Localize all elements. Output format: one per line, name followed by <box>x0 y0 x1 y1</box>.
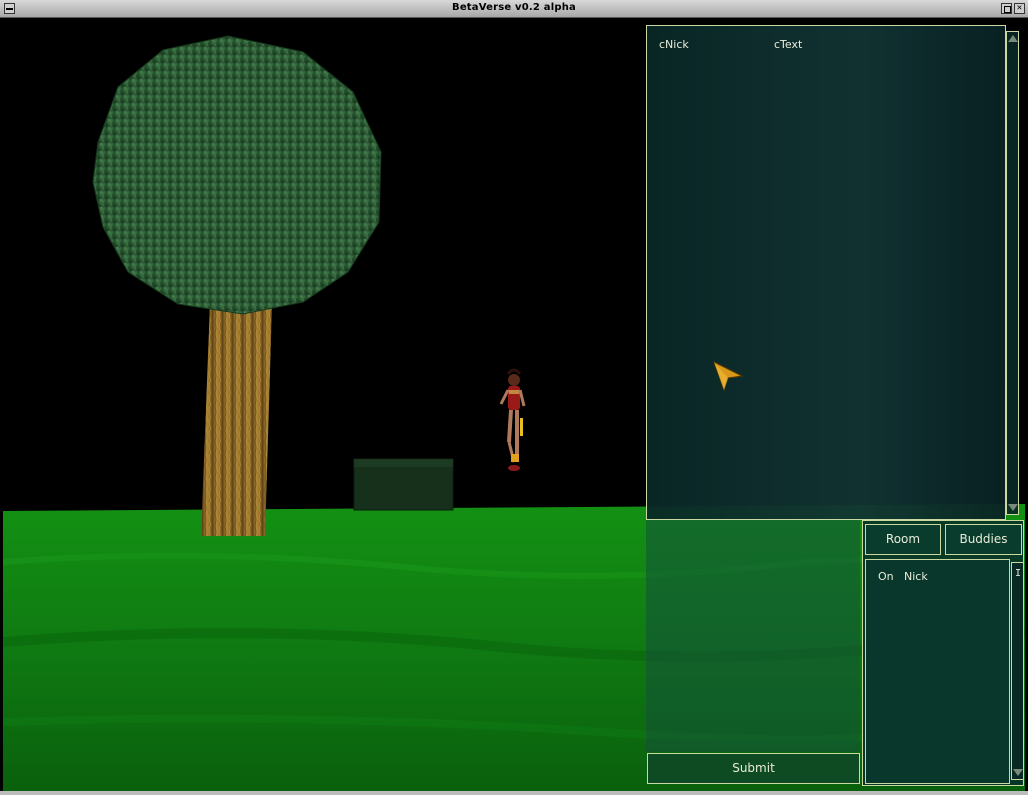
tree-crown <box>92 35 382 315</box>
scroll-down-icon[interactable] <box>1008 504 1018 511</box>
user-list-column-on[interactable]: On <box>878 570 894 583</box>
title-bar[interactable]: BetaVerse v0.2 alpha ✕ <box>0 0 1028 18</box>
close-icon[interactable]: ✕ <box>1014 3 1025 14</box>
window-bottom-border <box>0 791 1028 795</box>
chat-log-panel[interactable]: cNick cText <box>646 25 1006 520</box>
scrollbar-thumb[interactable]: I <box>1015 568 1021 579</box>
scroll-down-icon[interactable] <box>1013 769 1023 776</box>
user-list-column-nick[interactable]: Nick <box>904 570 928 583</box>
app-window: BetaVerse v0.2 alpha ✕ cNick cText Submi… <box>0 0 1028 795</box>
avatar-character[interactable] <box>499 368 526 471</box>
chat-message-input[interactable] <box>646 520 860 752</box>
arrow-cursor-icon <box>713 360 744 392</box>
chat-column-text[interactable]: cText <box>774 38 802 51</box>
user-list[interactable]: On Nick <box>865 559 1010 784</box>
maximize-icon[interactable] <box>1001 3 1012 14</box>
tab-buddies[interactable]: Buddies <box>945 524 1022 555</box>
tab-room[interactable]: Room <box>865 524 941 555</box>
chat-column-nick[interactable]: cNick <box>659 38 689 51</box>
scroll-up-icon[interactable] <box>1008 35 1018 42</box>
window-title: BetaVerse v0.2 alpha <box>452 2 576 13</box>
chat-scrollbar[interactable] <box>1006 31 1019 515</box>
submit-button[interactable]: Submit <box>647 753 860 784</box>
tree-trunk <box>201 304 272 536</box>
user-list-scrollbar[interactable]: I <box>1011 562 1024 780</box>
